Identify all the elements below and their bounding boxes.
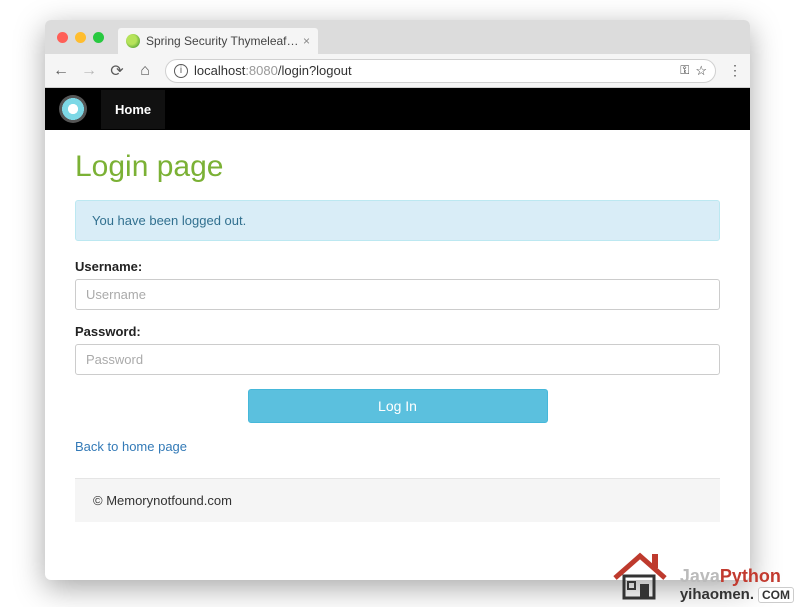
address-bar: ← → ⟳ ⌂ i localhost:8080/login?logout ⚿ … [45,54,750,88]
page-title: Login page [75,150,720,184]
site-info-icon[interactable]: i [174,64,188,78]
password-input[interactable] [75,344,720,375]
key-icon[interactable]: ⚿ [680,63,689,78]
username-input[interactable] [75,279,720,310]
forward-icon[interactable]: → [81,62,97,80]
home-icon[interactable]: ⌂ [137,62,153,80]
close-window-icon[interactable] [57,32,68,43]
logout-alert: You have been logged out. [75,200,720,241]
tab-title: Spring Security Thymeleaf - Lo [146,34,299,48]
back-home-link[interactable]: Back to home page [75,439,187,454]
url-path: /login?logout [278,63,352,78]
menu-icon[interactable]: ⋮ [728,62,742,79]
house-logo-icon [610,548,670,603]
watermark-gray: Java [680,566,720,586]
maximize-window-icon[interactable] [93,32,104,43]
reload-icon[interactable]: ⟳ [109,61,125,81]
url-port: :8080 [245,63,278,78]
spring-favicon-icon [126,34,140,48]
browser-window: Spring Security Thymeleaf - Lo × ← → ⟳ ⌂… [45,20,750,580]
url-input[interactable]: i localhost:8080/login?logout ⚿ ☆ [165,59,716,83]
page-content: Login page You have been logged out. Use… [45,130,750,580]
star-icon[interactable]: ☆ [695,63,707,79]
url-host: localhost [194,63,245,78]
browser-tab-active[interactable]: Spring Security Thymeleaf - Lo × [118,28,318,54]
back-icon[interactable]: ← [53,62,69,80]
brand-logo-icon[interactable] [59,95,87,123]
watermark: JavaPython yihaomen.COM [680,567,794,603]
tab-close-icon[interactable]: × [303,34,310,48]
password-group: Password: [75,324,720,375]
username-group: Username: [75,259,720,310]
password-label: Password: [75,324,720,339]
login-button[interactable]: Log In [248,389,548,423]
tab-strip: Spring Security Thymeleaf - Lo × [45,20,750,54]
app-navbar: Home [45,88,750,130]
watermark-domain: yihaomen. [680,586,754,603]
window-controls [57,32,104,43]
watermark-badge: COM [758,587,794,603]
nav-home-link[interactable]: Home [101,90,165,129]
watermark-red: Python [720,566,781,586]
username-label: Username: [75,259,720,274]
page-footer: © Memorynotfound.com [75,478,720,522]
minimize-window-icon[interactable] [75,32,86,43]
